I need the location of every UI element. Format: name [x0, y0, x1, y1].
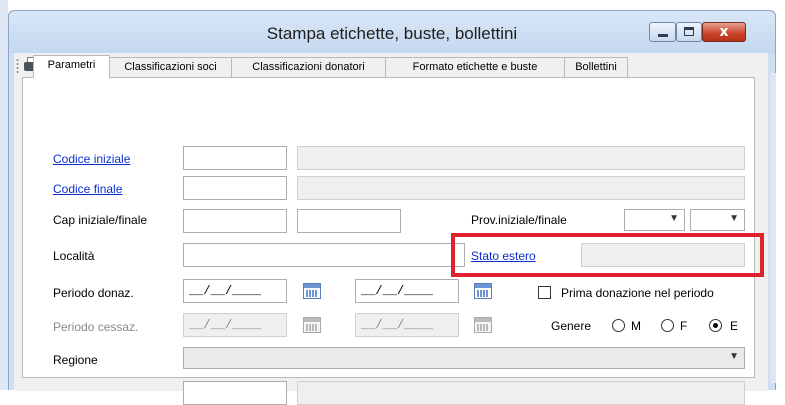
maximize-button[interactable]: [676, 22, 702, 42]
codice-finale-link[interactable]: Codice finale: [53, 182, 122, 196]
cap-label: Cap iniziale/finale: [53, 213, 148, 227]
prima-donazione-label: Prima donazione nel periodo: [561, 286, 714, 300]
minimize-button[interactable]: [649, 22, 676, 42]
genere-option-f: F: [680, 319, 688, 333]
toolbar-grip[interactable]: [16, 58, 19, 74]
prima-donazione-checkbox[interactable]: [538, 286, 551, 299]
codice-iniziale-link[interactable]: Codice iniziale: [53, 152, 130, 166]
codice-finale-description: [297, 176, 745, 200]
regione-label: Regione: [53, 353, 98, 367]
calendar-icon[interactable]: [474, 283, 492, 299]
codice-finale-input[interactable]: [183, 176, 287, 200]
title-bar[interactable]: Stampa etichette, buste, bollettini x: [9, 11, 775, 53]
close-icon: x: [719, 24, 729, 40]
periodo-donaz-from-input[interactable]: __/__/____: [183, 279, 287, 303]
codice-iniziale-input[interactable]: [183, 146, 287, 170]
periodo-donaz-to-input[interactable]: __/__/____: [355, 279, 459, 303]
localita-label: Località: [53, 249, 95, 263]
right-scrollbar[interactable]: [770, 73, 776, 383]
tab-classificazioni-donatori[interactable]: Classificazioni donatori: [231, 57, 386, 77]
genere-radio-f[interactable]: [661, 319, 674, 332]
genere-option-e: E: [730, 319, 739, 333]
localita-input[interactable]: [183, 243, 465, 267]
tab-bollettini[interactable]: Bollettini: [564, 57, 628, 77]
chevron-down-icon: ▼: [729, 213, 739, 224]
cap-from-input[interactable]: [183, 209, 287, 233]
tab-classificazioni-soci[interactable]: Classificazioni soci: [109, 57, 232, 77]
prov-to-select[interactable]: ▼: [690, 209, 745, 231]
regione-select[interactable]: ▼: [183, 347, 745, 369]
minimize-icon: [658, 34, 668, 37]
prov-from-select[interactable]: ▼: [624, 209, 685, 231]
periodo-cessaz-from-input: __/__/____: [183, 313, 287, 337]
prov-label: Prov.iniziale/finale: [471, 213, 567, 227]
calendar-icon: [474, 317, 492, 333]
genere-radio-m[interactable]: [612, 319, 625, 332]
highlight-box: [451, 233, 764, 277]
cap-to-input[interactable]: [297, 209, 401, 233]
chevron-down-icon: ▼: [729, 351, 739, 362]
background-window: [0, 0, 8, 390]
genere-option-m: M: [631, 319, 641, 333]
genere-label: Genere: [551, 319, 592, 333]
periodo-donaz-label: Periodo donaz.: [53, 286, 134, 300]
genere-radio-e[interactable]: [709, 319, 722, 332]
next-row-input[interactable]: [183, 381, 287, 405]
maximize-icon: [684, 27, 694, 36]
chevron-down-icon: ▼: [669, 213, 679, 224]
close-button[interactable]: x: [702, 22, 746, 42]
calendar-icon: [303, 317, 321, 333]
periodo-cessaz-to-input: __/__/____: [355, 313, 459, 337]
next-row-description: [297, 381, 745, 405]
codice-iniziale-description: [297, 146, 745, 170]
periodo-cessaz-label: Periodo cessaz.: [53, 320, 139, 334]
tab-parametri[interactable]: Parametri: [33, 55, 110, 78]
tab-formato-etichette[interactable]: Formato etichette e buste: [385, 57, 565, 77]
calendar-icon[interactable]: [303, 283, 321, 299]
